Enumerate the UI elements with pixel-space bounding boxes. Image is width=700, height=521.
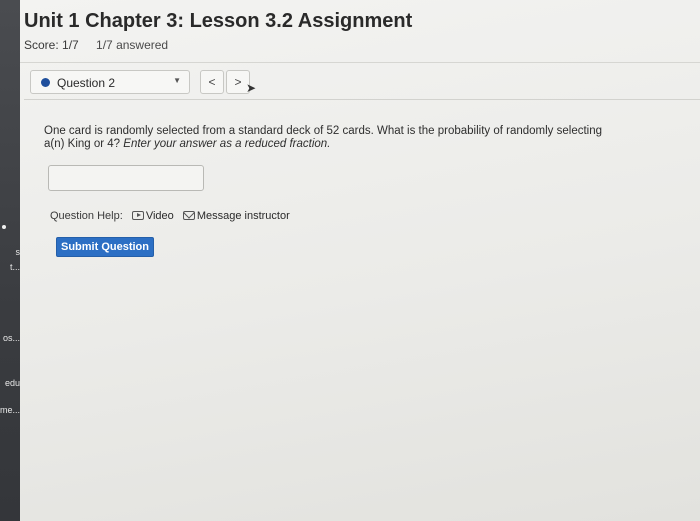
question-help-label: Question Help:: [50, 210, 123, 222]
score-text: Score: 1/7: [24, 38, 79, 52]
answer-input[interactable]: [48, 165, 204, 191]
score-row: Score: 1/7 1/7 answered: [24, 38, 168, 52]
question-instruction: Enter your answer as a reduced fraction.: [123, 138, 331, 150]
question-help: Question Help: Video Message instructor: [50, 210, 290, 222]
sidebar: s t... os... edu me...: [0, 0, 20, 521]
message-link-label: Message instructor: [196, 210, 290, 222]
assignment-panel: Unit 1 Chapter 3: Lesson 3.2 Assignment …: [20, 0, 700, 521]
question-select[interactable]: Question 2 ▼: [30, 70, 190, 94]
chevron-right-icon: >: [234, 75, 242, 89]
sidebar-fragment-2[interactable]: t...: [0, 262, 20, 272]
question-text: One card is randomly selected from a sta…: [44, 125, 624, 151]
sidebar-bullet: [2, 225, 6, 229]
question-nav-bar: Question 2 ▼ < > ➤: [24, 66, 700, 100]
question-status-dot: [41, 78, 50, 87]
message-instructor-link[interactable]: Message instructor: [182, 210, 290, 222]
previous-question-button[interactable]: <: [200, 70, 224, 94]
sidebar-fragment-1[interactable]: s: [0, 247, 21, 257]
sidebar-fragment-3[interactable]: os...: [0, 333, 20, 343]
dropdown-caret-icon: ▼: [173, 76, 181, 85]
answered-count: 1/7 answered: [96, 38, 169, 52]
sidebar-fragment-4[interactable]: edu: [0, 378, 20, 388]
header-divider: [20, 62, 700, 63]
video-help-link[interactable]: Video: [131, 210, 177, 222]
mouse-cursor-icon: ➤: [246, 81, 257, 95]
video-icon: [131, 211, 144, 220]
video-link-label: Video: [145, 210, 174, 222]
question-select-label: Question 2: [57, 76, 116, 90]
submit-question-button[interactable]: Submit Question: [56, 237, 154, 257]
page-title: Unit 1 Chapter 3: Lesson 3.2 Assignment: [24, 10, 413, 32]
mail-icon: [182, 211, 195, 220]
chevron-left-icon: <: [208, 75, 216, 89]
sidebar-fragment-5[interactable]: me...: [0, 405, 20, 415]
